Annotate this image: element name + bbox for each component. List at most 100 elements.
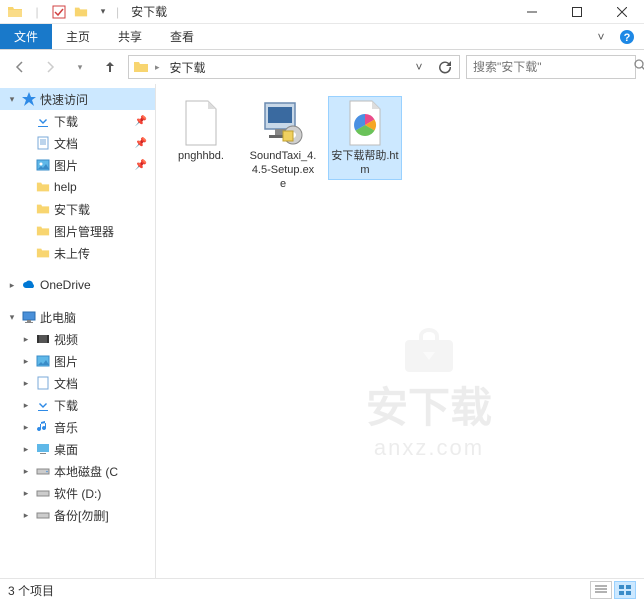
tab-view[interactable]: 查看 (156, 24, 208, 49)
back-button[interactable] (8, 55, 32, 79)
up-button[interactable] (98, 55, 122, 79)
folder-icon (133, 59, 149, 75)
sidebar-quick-access[interactable]: ▾ 快速访问 (0, 88, 155, 110)
file-item[interactable]: pnghhbd. (164, 96, 238, 166)
sidebar-item-pictures[interactable]: 图片 📌 (0, 154, 155, 176)
sidebar-item-label: 图片 (54, 157, 78, 174)
close-button[interactable] (599, 0, 644, 24)
sidebar-item-desktop[interactable]: ▸桌面 (0, 438, 155, 460)
folder-icon (35, 201, 51, 217)
star-icon (21, 91, 37, 107)
sidebar-item-music[interactable]: ▸音乐 (0, 416, 155, 438)
sidebar-item-drive-d[interactable]: ▸软件 (D:) (0, 482, 155, 504)
bag-icon (399, 324, 459, 374)
pin-icon: 📌 (135, 160, 151, 171)
sidebar-item-downloads-pc[interactable]: ▸下载 (0, 394, 155, 416)
breadcrumb[interactable]: 安下载 (166, 59, 210, 76)
sidebar-item-label: OneDrive (40, 278, 91, 292)
cloud-icon (21, 277, 37, 293)
folder-small-icon[interactable] (72, 3, 90, 21)
download-icon (35, 397, 51, 413)
view-details-button[interactable] (590, 581, 612, 599)
sidebar-item-drive-c[interactable]: ▸本地磁盘 (C (0, 460, 155, 482)
sidebar-item-documents[interactable]: 文档📌 (0, 132, 155, 154)
window-title: 安下载 (131, 3, 167, 20)
address-dropdown-icon[interactable]: ˅ (409, 57, 429, 77)
navigation-pane[interactable]: ▾ 快速访问 下载📌 文档📌 图片📌 help 安下载 图片管理器 未上传 ▸O… (0, 84, 156, 578)
installer-icon (259, 99, 307, 147)
drive-icon (35, 463, 51, 479)
view-icons-button[interactable] (614, 581, 636, 599)
htm-icon (341, 99, 389, 147)
file-item[interactable]: 安下载帮助.htm (328, 96, 402, 180)
folder-icon (6, 3, 24, 21)
pictures-icon (35, 353, 51, 369)
sidebar-item-label: 此电脑 (40, 309, 76, 326)
navigation-bar: ▾ ▸ 安下载 ˅ (0, 50, 644, 84)
checkbox-icon[interactable] (50, 3, 68, 21)
tab-share[interactable]: 共享 (104, 24, 156, 49)
file-list[interactable]: pnghhbd. SoundTaxi_4.4.5-Setup.exe 安下载帮助… (156, 84, 644, 578)
sidebar-item-notuploaded[interactable]: 未上传 (0, 242, 155, 264)
sidebar-item-videos[interactable]: ▸视频 (0, 328, 155, 350)
chevron-right-icon[interactable]: ▸ (6, 280, 18, 291)
file-label: SoundTaxi_4.4.5-Setup.exe (249, 149, 317, 191)
sidebar-item-label: 视频 (54, 331, 78, 348)
window-controls (509, 0, 644, 24)
sidebar-item-label: 文档 (54, 375, 78, 392)
qat-dropdown-icon[interactable]: ▾ (94, 3, 112, 21)
pin-icon: 📌 (135, 116, 151, 127)
search-icon[interactable] (634, 59, 644, 75)
file-label: pnghhbd. (178, 149, 224, 163)
sidebar-item-label: 文档 (54, 135, 78, 152)
sidebar-this-pc[interactable]: ▾ 此电脑 (0, 306, 155, 328)
sidebar-onedrive[interactable]: ▸ OneDrive (0, 274, 155, 296)
pictures-icon (35, 157, 51, 173)
forward-button[interactable] (38, 55, 62, 79)
document-icon (35, 135, 51, 151)
music-icon (35, 419, 51, 435)
sidebar-item-label: 本地磁盘 (C (54, 463, 118, 480)
maximize-button[interactable] (554, 0, 599, 24)
computer-icon (21, 309, 37, 325)
sidebar-item-anxiazai[interactable]: 安下载 (0, 198, 155, 220)
sidebar-item-pictures-pc[interactable]: ▸图片 (0, 350, 155, 372)
search-input[interactable] (473, 60, 628, 74)
drive-icon (35, 507, 51, 523)
sidebar-item-label: 图片管理器 (54, 223, 114, 240)
folder-icon (35, 245, 51, 261)
watermark: 安下载 anxz.com (366, 324, 492, 461)
sidebar-item-documents-pc[interactable]: ▸文档 (0, 372, 155, 394)
minimize-button[interactable] (509, 0, 554, 24)
sidebar-item-label: 下载 (54, 397, 78, 414)
sidebar-item-label: 未上传 (54, 245, 90, 262)
recent-dropdown-button[interactable]: ▾ (68, 55, 92, 79)
file-item[interactable]: SoundTaxi_4.4.5-Setup.exe (246, 96, 320, 194)
body: ▾ 快速访问 下载📌 文档📌 图片📌 help 安下载 图片管理器 未上传 ▸O… (0, 84, 644, 578)
sidebar-item-help[interactable]: help (0, 176, 155, 198)
document-icon (35, 375, 51, 391)
tab-home[interactable]: 主页 (52, 24, 104, 49)
sidebar-item-downloads[interactable]: 下载📌 (0, 110, 155, 132)
chevron-down-icon[interactable]: ▾ (6, 94, 18, 105)
sidebar-item-label: 图片 (54, 353, 78, 370)
sidebar-item-label: 备份[勿删] (54, 507, 109, 524)
folder-icon (35, 179, 51, 195)
drive-icon (35, 485, 51, 501)
status-item-count: 3 个项目 (8, 582, 54, 599)
tab-file[interactable]: 文件 (0, 24, 52, 49)
sidebar-item-label: 快速访问 (40, 91, 88, 108)
status-bar: 3 个项目 (0, 578, 644, 601)
refresh-icon[interactable] (435, 57, 455, 77)
search-box[interactable] (466, 55, 636, 79)
ribbon: 文件 主页 共享 查看 ˅ ? (0, 24, 644, 50)
sidebar-item-picmanager[interactable]: 图片管理器 (0, 220, 155, 242)
sidebar-item-drive-backup[interactable]: ▸备份[勿删] (0, 504, 155, 526)
help-icon[interactable]: ? (618, 28, 636, 46)
file-label: 安下载帮助.htm (331, 149, 399, 177)
chevron-right-icon[interactable]: ▸ (155, 62, 160, 73)
address-bar[interactable]: ▸ 安下载 ˅ (128, 55, 460, 79)
quick-access-toolbar: | ▾ | (0, 3, 125, 21)
chevron-down-icon[interactable]: ˅ (592, 28, 610, 46)
chevron-down-icon[interactable]: ▾ (6, 312, 18, 323)
